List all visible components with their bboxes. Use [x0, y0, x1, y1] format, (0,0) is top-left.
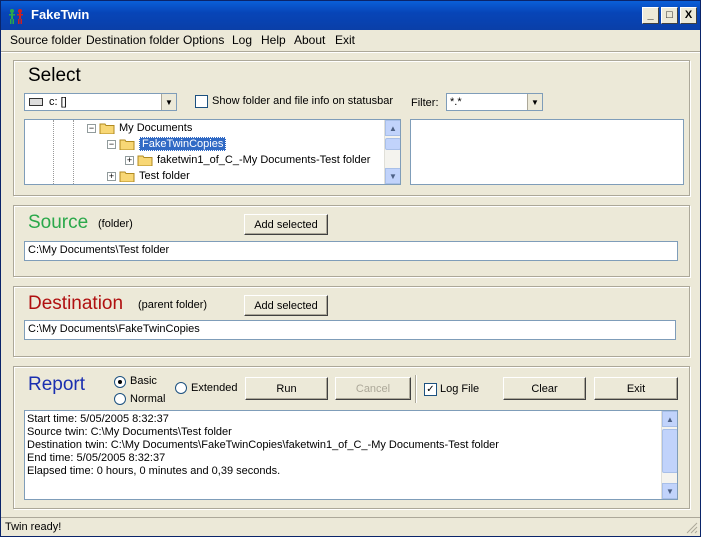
- tree-node[interactable]: − My Documents: [87, 120, 192, 136]
- menu-destination-folder[interactable]: Destination folder: [86, 33, 179, 47]
- title-bar[interactable]: FakeTwin _ □ X: [1, 1, 700, 30]
- log-file-label: Log File: [440, 383, 480, 395]
- folder-open-icon: [99, 122, 115, 134]
- collapse-icon[interactable]: −: [87, 123, 96, 133]
- menu-about[interactable]: About: [294, 33, 325, 47]
- destination-subtitle: (parent folder): [138, 299, 208, 311]
- minimize-button[interactable]: _: [642, 7, 659, 24]
- tree-node[interactable]: + faketwin1_of_C_-My Documents-Test fold…: [125, 152, 370, 168]
- log-scrollbar[interactable]: ▲ ▼: [661, 411, 677, 499]
- destination-path-field[interactable]: C:\My Documents\FakeTwinCopies: [24, 320, 676, 340]
- resize-grip-icon[interactable]: [686, 522, 698, 534]
- folder-icon: [137, 154, 153, 166]
- menu-separator: [1, 51, 700, 53]
- report-basic-label: Basic: [130, 375, 157, 387]
- log-line: Source twin: C:\My Documents\Test folder: [27, 426, 232, 438]
- exit-button[interactable]: Exit: [594, 377, 678, 400]
- filter-value: *.*: [450, 96, 462, 108]
- tree-node-label: FakeTwinCopies: [139, 137, 227, 151]
- log-line: Elapsed time: 0 hours, 0 minutes and 0,3…: [27, 465, 281, 477]
- drive-value: c: []: [49, 96, 67, 108]
- tree-guide-line: [73, 120, 74, 184]
- tree-guide-line: [53, 120, 54, 184]
- scroll-down-icon[interactable]: ▼: [385, 168, 400, 184]
- scroll-up-icon[interactable]: ▲: [385, 120, 400, 136]
- tree-node-selected[interactable]: − FakeTwinCopies: [107, 136, 227, 152]
- menu-bar: Source folder Destination folder Options…: [1, 30, 700, 50]
- tree-node-label: faketwin1_of_C_-My Documents-Test folder: [157, 154, 371, 166]
- folder-tree[interactable]: − My Documents − FakeTwinCopies + faketw…: [24, 119, 401, 185]
- destination-group: Destination (parent folder) Add selected…: [13, 286, 690, 357]
- filter-label: Filter:: [411, 97, 439, 109]
- destination-add-selected-button[interactable]: Add selected: [244, 295, 328, 316]
- report-log[interactable]: Start time: 5/05/2005 8:32:37 Source twi…: [24, 410, 678, 500]
- maximize-button[interactable]: □: [661, 7, 678, 24]
- menu-source-folder[interactable]: Source folder: [10, 33, 81, 47]
- expand-icon[interactable]: +: [125, 155, 134, 165]
- status-text: Twin ready!: [5, 521, 62, 533]
- scroll-up-icon[interactable]: ▲: [662, 411, 677, 427]
- drive-combo[interactable]: c: [] ▼: [24, 93, 177, 111]
- status-bar: Twin ready!: [1, 517, 700, 536]
- menu-help[interactable]: Help: [261, 33, 286, 47]
- menu-exit[interactable]: Exit: [335, 33, 355, 47]
- cancel-button: Cancel: [335, 377, 411, 400]
- select-group: Select c: [] ▼ Show folder and file info…: [13, 60, 690, 196]
- show-info-checkbox[interactable]: [195, 95, 208, 108]
- report-normal-radio[interactable]: [114, 393, 126, 405]
- expand-icon[interactable]: +: [107, 171, 116, 181]
- collapse-icon[interactable]: −: [107, 139, 116, 149]
- window-title: FakeTwin: [31, 7, 90, 22]
- folder-open-icon: [119, 138, 135, 150]
- log-line: Destination twin: C:\My Documents\FakeTw…: [27, 439, 499, 451]
- app-window: FakeTwin _ □ X Source folder Destination…: [0, 0, 701, 537]
- log-file-checkbox[interactable]: ✓: [424, 383, 437, 396]
- select-title: Select: [28, 65, 81, 86]
- scroll-thumb[interactable]: [662, 429, 677, 473]
- menu-options[interactable]: Options: [183, 33, 224, 47]
- destination-title: Destination: [28, 293, 124, 314]
- report-group: Report Basic Normal Extended Run Cancel …: [13, 366, 690, 509]
- tree-node-label: Test folder: [139, 170, 190, 182]
- tree-scrollbar[interactable]: ▲ ▼: [384, 120, 400, 184]
- source-subtitle: (folder): [98, 218, 133, 230]
- folder-icon: [119, 170, 135, 182]
- source-title: Source: [28, 212, 89, 233]
- log-line: End time: 5/05/2005 8:32:37: [27, 452, 166, 464]
- report-extended-label: Extended: [191, 382, 238, 394]
- scroll-down-icon[interactable]: ▼: [662, 483, 677, 499]
- report-basic-radio[interactable]: [114, 376, 126, 388]
- app-icon: [7, 7, 25, 25]
- scroll-thumb[interactable]: [385, 138, 400, 150]
- source-path-field[interactable]: C:\My Documents\Test folder: [24, 241, 678, 261]
- log-line: Start time: 5/05/2005 8:32:37: [27, 413, 169, 425]
- menu-log[interactable]: Log: [232, 33, 252, 47]
- run-button[interactable]: Run: [245, 377, 328, 400]
- separator: [415, 375, 417, 403]
- filter-combo[interactable]: *.* ▼: [446, 93, 543, 111]
- show-info-label: Show folder and file info on statusbar: [212, 95, 394, 107]
- report-title: Report: [28, 374, 86, 395]
- file-list[interactable]: [410, 119, 684, 185]
- close-button[interactable]: X: [680, 7, 697, 24]
- report-normal-label: Normal: [130, 393, 166, 405]
- chevron-down-icon[interactable]: ▼: [527, 94, 542, 110]
- drive-icon: [29, 98, 43, 106]
- clear-button[interactable]: Clear: [503, 377, 586, 400]
- tree-node[interactable]: + Test folder: [107, 168, 190, 184]
- chevron-down-icon[interactable]: ▼: [161, 94, 176, 110]
- source-group: Source (folder) Add selected C:\My Docum…: [13, 205, 690, 277]
- report-extended-radio[interactable]: [175, 382, 187, 394]
- source-add-selected-button[interactable]: Add selected: [244, 214, 328, 235]
- tree-node-label: My Documents: [119, 122, 193, 134]
